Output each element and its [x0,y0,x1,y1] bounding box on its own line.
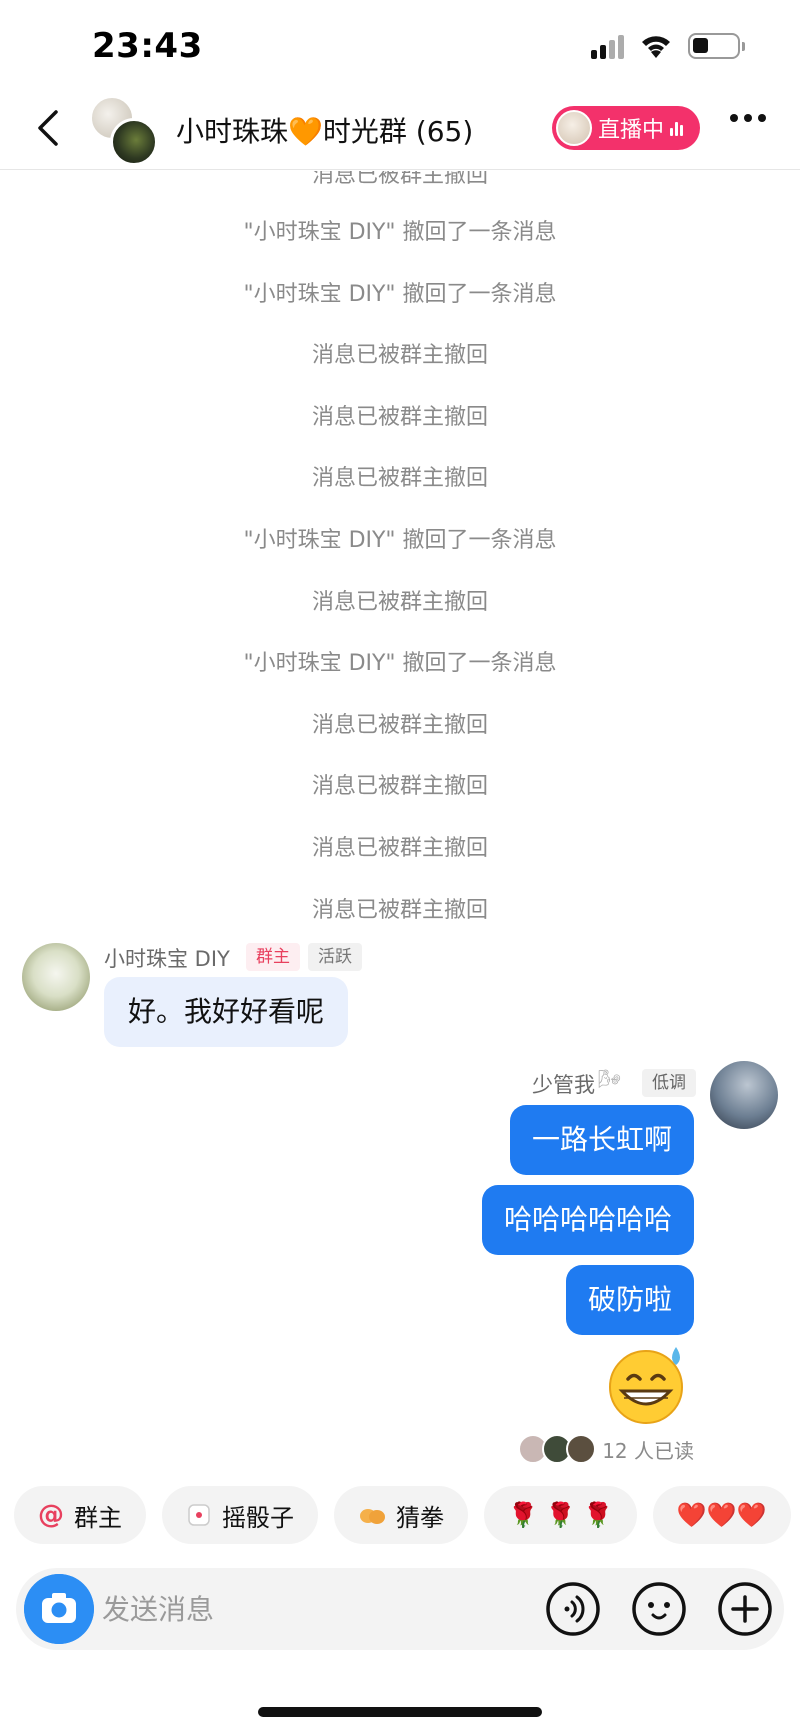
message-bubble[interactable]: 好。我好好看呢 [104,977,349,1047]
voice-icon[interactable] [544,1580,602,1638]
quick-action-bar: @ 群主 摇骰子 猜拳 🌹 🌹 🌹 ❤️❤️❤️ [14,1486,800,1546]
system-message: 消息已被群主撤回 [311,835,488,861]
reader-avatars [518,1434,597,1464]
plus-icon[interactable] [716,1580,774,1638]
outgoing-messages: 少管我 🌬 低调 一路长虹啊 哈哈哈哈哈哈 破防啦 12 人已读 [0,1061,800,1471]
system-message: 消息已被群主撤回 [311,171,488,188]
roll-dice-chip[interactable]: 摇骰子 [162,1486,318,1544]
rose-icon: 🌹 🌹 🌹 [508,1501,613,1529]
status-bar: 23:43 [0,0,800,92]
chip-label: 群主 [74,1503,122,1532]
at-icon: @ [38,1500,64,1530]
sender-name: 小时珠宝 DIY [104,947,230,971]
system-message: "小时珠宝 DIY" 撤回了一条消息 [243,281,557,307]
system-message: "小时珠宝 DIY" 撤回了一条消息 [243,527,557,553]
message-list[interactable]: 消息已被群主撤回 "小时珠宝 DIY" 撤回了一条消息 "小时珠宝 DIY" 撤… [0,171,800,1471]
wind-icon: 🌬 [598,1069,621,1090]
fist-icon [360,1509,385,1524]
self-avatar[interactable] [710,1061,778,1129]
camera-icon[interactable] [24,1574,94,1644]
heart-icon: ❤️❤️❤️ [676,1501,767,1529]
incoming-message: 小时珠宝 DIY 群主 活跃 好。我好好看呢 [22,943,522,1053]
mention-owner-chip[interactable]: @ 群主 [14,1486,146,1544]
dice-icon [188,1504,210,1526]
quiet-badge: 低调 [642,1069,696,1097]
sender-avatar[interactable] [22,943,90,1011]
group-avatar-member-2 [110,118,158,166]
active-badge: 活跃 [308,943,362,971]
system-message: "小时珠宝 DIY" 撤回了一条消息 [243,651,557,677]
cellular-signal-icon [591,33,624,59]
message-input-bar [16,1568,784,1650]
system-message: 消息已被群主撤回 [311,404,488,430]
group-avatar[interactable] [88,96,160,166]
owner-badge: 群主 [246,943,300,971]
hearts-chip[interactable]: ❤️❤️❤️ [652,1486,791,1544]
message-bubble[interactable]: 一路长虹啊 [509,1105,694,1175]
status-time: 23:43 [92,26,203,66]
system-message: 消息已被群主撤回 [311,343,488,369]
system-message: 消息已被群主撤回 [311,466,488,492]
live-label: 直播中 [598,118,665,143]
live-indicator-button[interactable]: 直播中 [552,106,700,150]
status-icons [591,32,745,60]
roses-chip[interactable]: 🌹 🌹 🌹 [484,1486,637,1544]
live-bars-icon [670,120,684,136]
read-count: 12 人已读 [602,1438,694,1463]
chip-label: 猜拳 [396,1503,444,1532]
system-message-list: "小时珠宝 DIY" 撤回了一条消息 "小时珠宝 DIY" 撤回了一条消息 消息… [0,220,800,962]
message-bubble[interactable]: 破防啦 [565,1265,694,1335]
system-message: 消息已被群主撤回 [311,712,488,738]
message-bubble[interactable]: 哈哈哈哈哈哈 [481,1185,694,1255]
self-name: 少管我 [532,1073,595,1097]
system-message: 消息已被群主撤回 [311,589,488,615]
wifi-icon [642,36,670,58]
rock-paper-scissors-chip[interactable]: 猜拳 [334,1486,468,1544]
more-options-icon[interactable] [730,114,766,122]
message-input[interactable] [102,1583,522,1635]
chat-header: 小时珠珠🧡时光群 (65) 直播中 [0,92,800,170]
system-message: 消息已被群主撤回 [311,774,488,800]
chip-label: 摇骰子 [222,1503,294,1532]
home-indicator[interactable] [258,1707,542,1717]
chat-title[interactable]: 小时珠珠🧡时光群 (65) [176,110,473,150]
emoji-icon[interactable] [630,1580,688,1638]
grinning-sweat-emoji-icon[interactable] [604,1343,694,1427]
system-message: "小时珠宝 DIY" 撤回了一条消息 [243,220,557,245]
back-arrow-icon[interactable] [28,106,72,150]
read-receipt[interactable]: 12 人已读 [518,1434,694,1464]
battery-icon [688,33,745,59]
live-host-avatar [556,110,592,146]
